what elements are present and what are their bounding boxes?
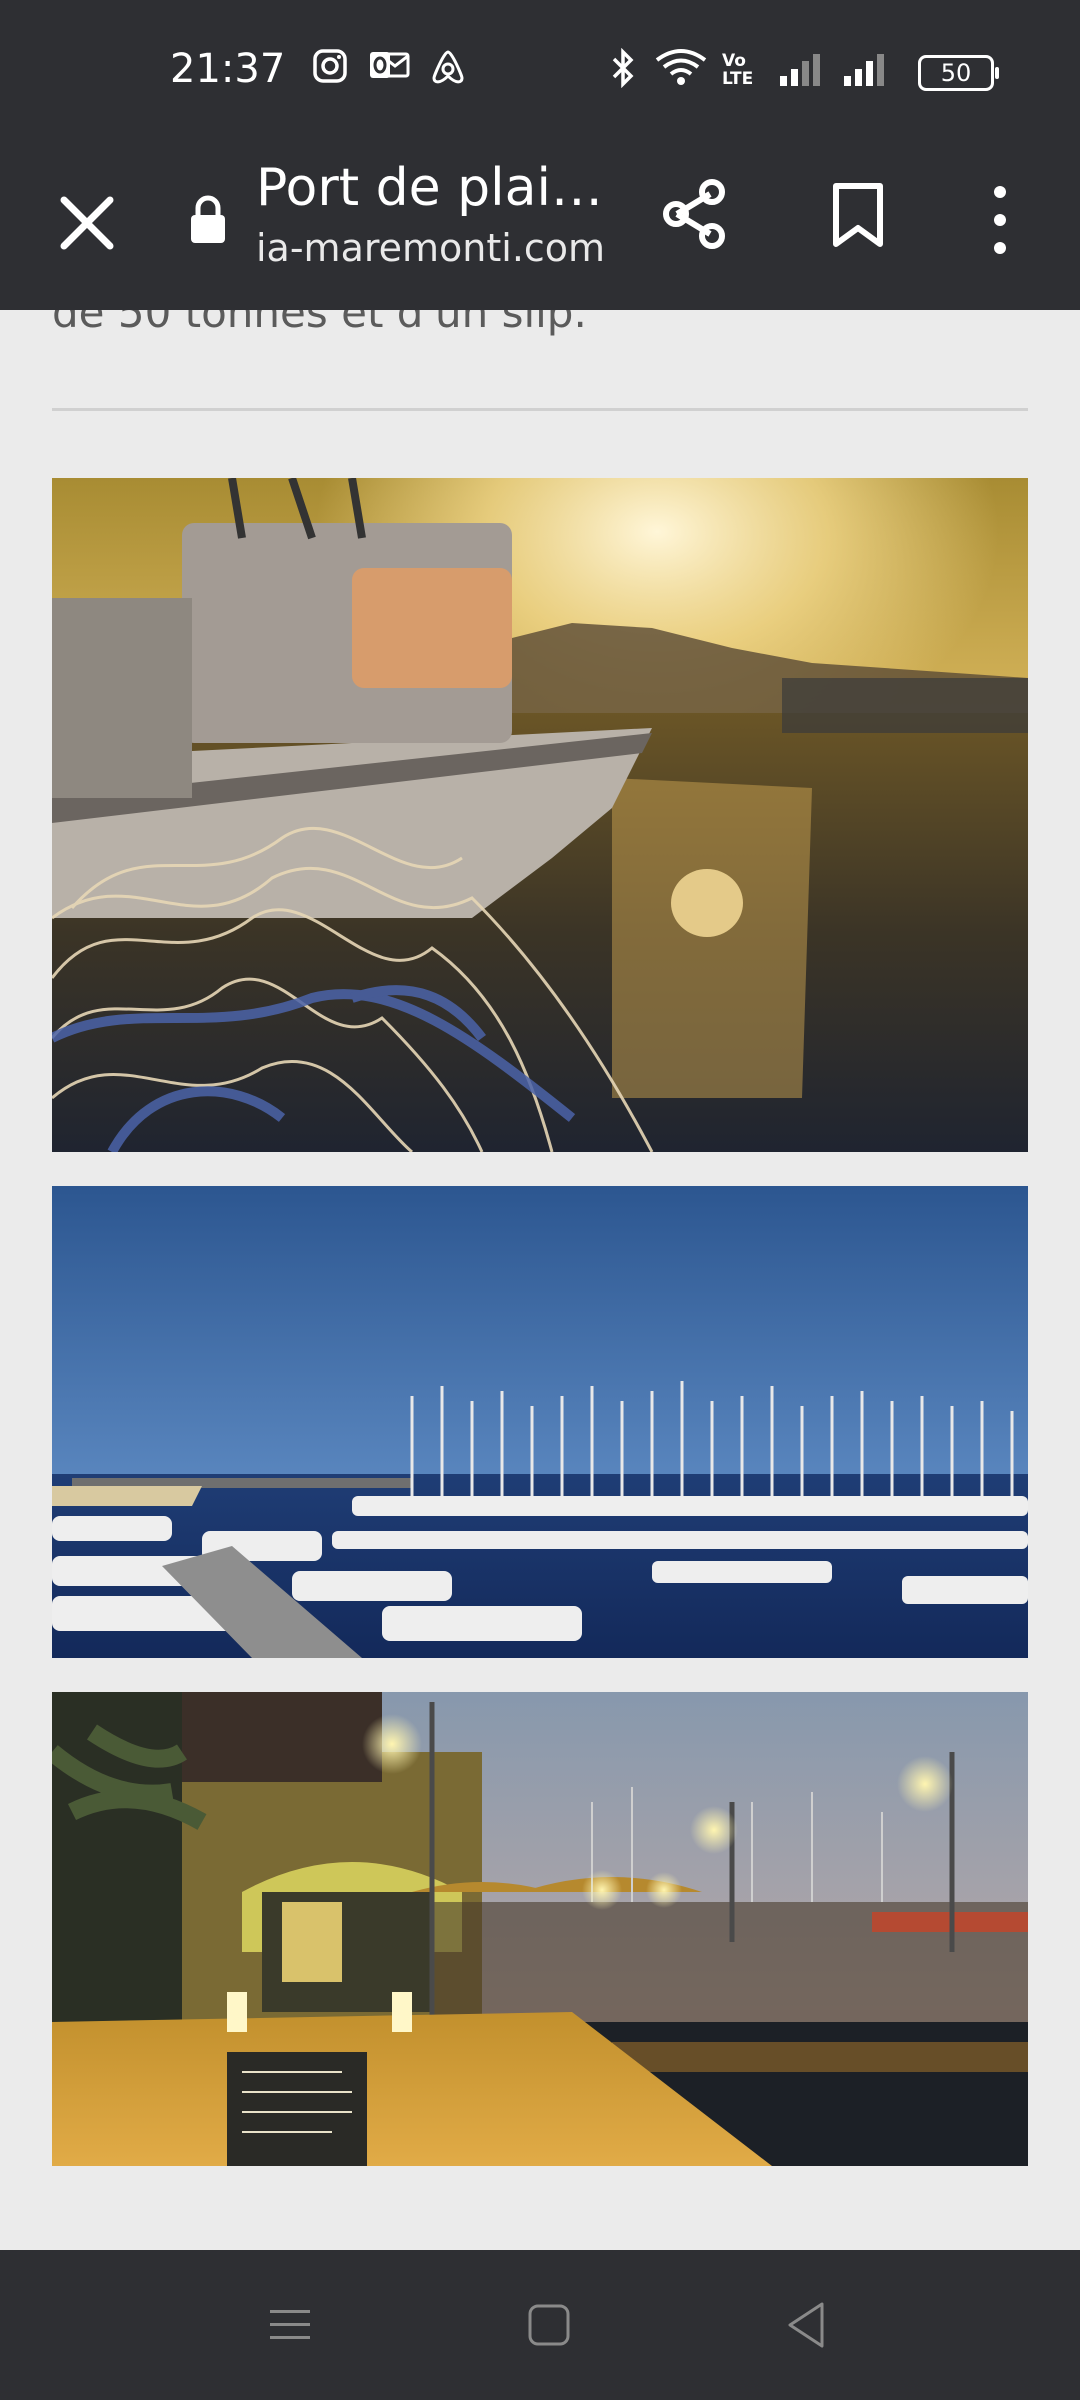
airbnb-icon bbox=[432, 50, 464, 84]
boat-sunset-photo[interactable] bbox=[52, 478, 1028, 1152]
instagram-icon bbox=[313, 49, 347, 83]
web-content: de 50 tonnes et d'un slip. bbox=[0, 310, 1080, 2250]
close-icon[interactable] bbox=[52, 188, 122, 258]
signal-icon-2 bbox=[844, 54, 884, 86]
divider bbox=[52, 408, 1028, 411]
bluetooth-icon bbox=[612, 48, 634, 88]
signal-icon bbox=[780, 54, 820, 86]
volte-label: Vo bbox=[722, 51, 746, 71]
lock-icon[interactable] bbox=[188, 192, 228, 246]
clock: 21:37 bbox=[170, 46, 286, 92]
more-vertical-icon[interactable] bbox=[985, 180, 1015, 260]
harbor-night-photo[interactable] bbox=[52, 1692, 1028, 2166]
page-title: Port de plai… bbox=[256, 158, 603, 218]
share-icon[interactable] bbox=[660, 174, 730, 254]
volte-icon: Vo LTE bbox=[722, 52, 753, 88]
system-nav-bar bbox=[0, 2250, 1080, 2400]
home-icon[interactable] bbox=[527, 2290, 571, 2360]
outlook-icon bbox=[370, 52, 410, 78]
page-url[interactable]: ia-maremonti.com bbox=[256, 226, 605, 270]
article-text: de 50 tonnes et d'un slip. bbox=[52, 310, 587, 337]
boat-sunset-illustration bbox=[52, 478, 1028, 1152]
battery-indicator: 50 bbox=[918, 55, 999, 91]
wifi-icon bbox=[655, 49, 707, 85]
marina-illustration bbox=[52, 1186, 1028, 1658]
menu-icon[interactable] bbox=[268, 2290, 312, 2360]
custom-tab-toolbar: Port de plai… ia-maremonti.com bbox=[0, 140, 1080, 310]
bookmark-icon[interactable] bbox=[828, 180, 888, 250]
status-bar: 21:37 Vo LTE 50 bbox=[0, 0, 1080, 140]
marina-photo[interactable] bbox=[52, 1186, 1028, 1658]
back-icon[interactable] bbox=[784, 2290, 828, 2360]
harbor-night-illustration bbox=[52, 1692, 1028, 2166]
lte-label: LTE bbox=[722, 69, 754, 89]
